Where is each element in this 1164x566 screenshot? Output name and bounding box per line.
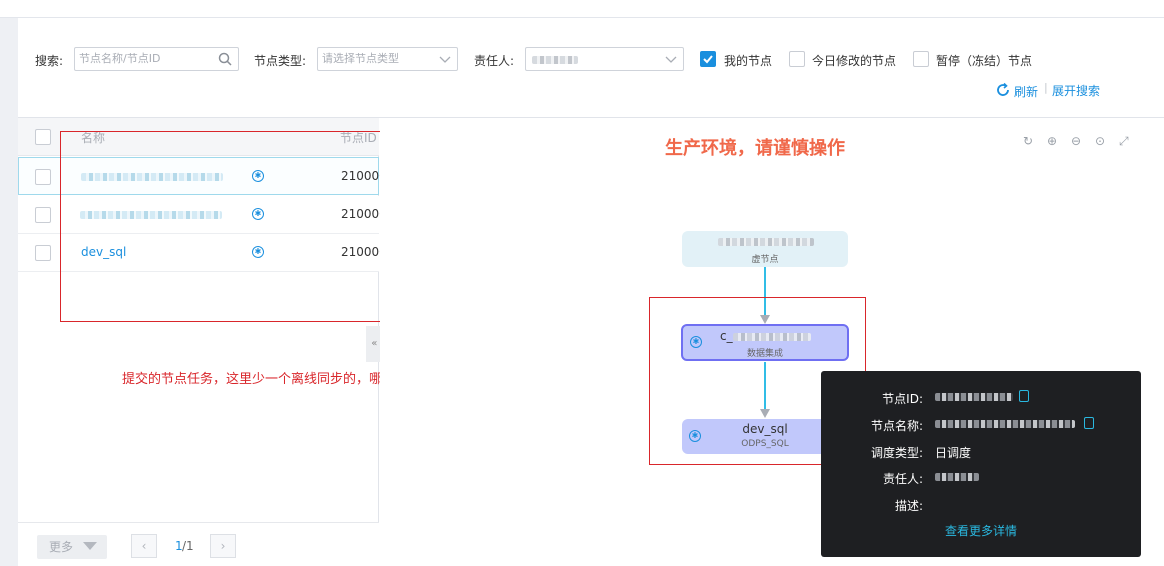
paused-nodes-checkbox[interactable] [913, 51, 929, 67]
search-input[interactable]: 节点名称/节点ID [74, 47, 239, 71]
dag-node-virtual[interactable]: 虚节点 [682, 231, 848, 267]
search-placeholder: 节点名称/节点ID [79, 52, 161, 65]
more-button[interactable]: 更多 [37, 535, 107, 559]
refresh-layout-icon[interactable]: ↻ [1023, 134, 1033, 148]
row-checkbox[interactable] [35, 169, 51, 185]
copy-icon[interactable] [1019, 390, 1029, 402]
refresh-icon[interactable] [995, 82, 1011, 98]
node-tooltip: 节点ID: 节点名称: 调度类型: 日调度 责任人: 描述: 查看更多详情 [821, 371, 1141, 557]
select-all-checkbox[interactable] [35, 129, 51, 145]
total-pages: /1 [182, 539, 194, 553]
top-strip [0, 0, 1164, 18]
tooltip-id-label: 节点ID: [882, 392, 923, 406]
caret-down-icon [83, 542, 97, 550]
fit-view-icon[interactable]: ⊙ [1095, 134, 1105, 148]
refresh-link[interactable]: 刷新 [1014, 83, 1038, 100]
node-type-placeholder: 请选择节点类型 [322, 52, 399, 65]
row-checkbox[interactable] [35, 245, 51, 261]
node-type-label: 节点类型: [254, 54, 307, 68]
modified-today-checkbox[interactable] [789, 51, 805, 67]
paused-nodes-label: 暂停（冻结）节点 [936, 54, 1033, 68]
annotation-box-list [60, 131, 394, 322]
zoom-out-icon[interactable]: ⊖ [1071, 134, 1081, 148]
zoom-in-icon[interactable]: ⊕ [1047, 134, 1057, 148]
node-type-virtual: 虚节点 [751, 255, 779, 265]
more-label: 更多 [49, 540, 74, 554]
prev-page-button[interactable]: ‹ [131, 534, 157, 558]
node-type-select[interactable]: 请选择节点类型 [317, 47, 458, 71]
tooltip-owner-label: 责任人: [882, 472, 923, 486]
modified-today-label: 今日修改的节点 [812, 54, 897, 68]
next-page-button[interactable]: › [210, 534, 236, 558]
node-title-redacted [718, 238, 814, 246]
expand-search-link[interactable]: 展开搜索 [1052, 82, 1100, 99]
row-checkbox[interactable] [35, 207, 51, 223]
owner-value-redacted [532, 56, 578, 64]
my-nodes-checkbox[interactable] [700, 51, 716, 67]
link-separator: | [1044, 81, 1048, 94]
owner-label: 责任人: [474, 54, 515, 68]
tooltip-schedule-label: 调度类型: [870, 446, 923, 460]
tooltip-owner-redacted [935, 473, 979, 481]
copy-icon[interactable] [1084, 417, 1094, 429]
chevron-down-icon [439, 56, 451, 63]
production-warning: 生产环境，请谨慎操作 [665, 138, 845, 159]
tooltip-name-label: 节点名称: [870, 419, 923, 433]
search-label: 搜索: [35, 54, 64, 68]
fullscreen-icon[interactable]: ⤢ [1119, 134, 1129, 149]
tooltip-desc-label: 描述: [894, 499, 923, 513]
owner-select[interactable] [525, 47, 684, 71]
view-details-link[interactable]: 查看更多详情 [945, 522, 1017, 539]
my-nodes-label: 我的节点 [724, 54, 773, 68]
tooltip-id-redacted [935, 393, 1013, 401]
chevron-down-icon [665, 56, 677, 63]
search-icon[interactable] [218, 52, 232, 66]
tooltip-name-redacted [935, 420, 1075, 428]
tooltip-schedule-value: 日调度 [935, 446, 972, 460]
check-icon [703, 55, 713, 64]
